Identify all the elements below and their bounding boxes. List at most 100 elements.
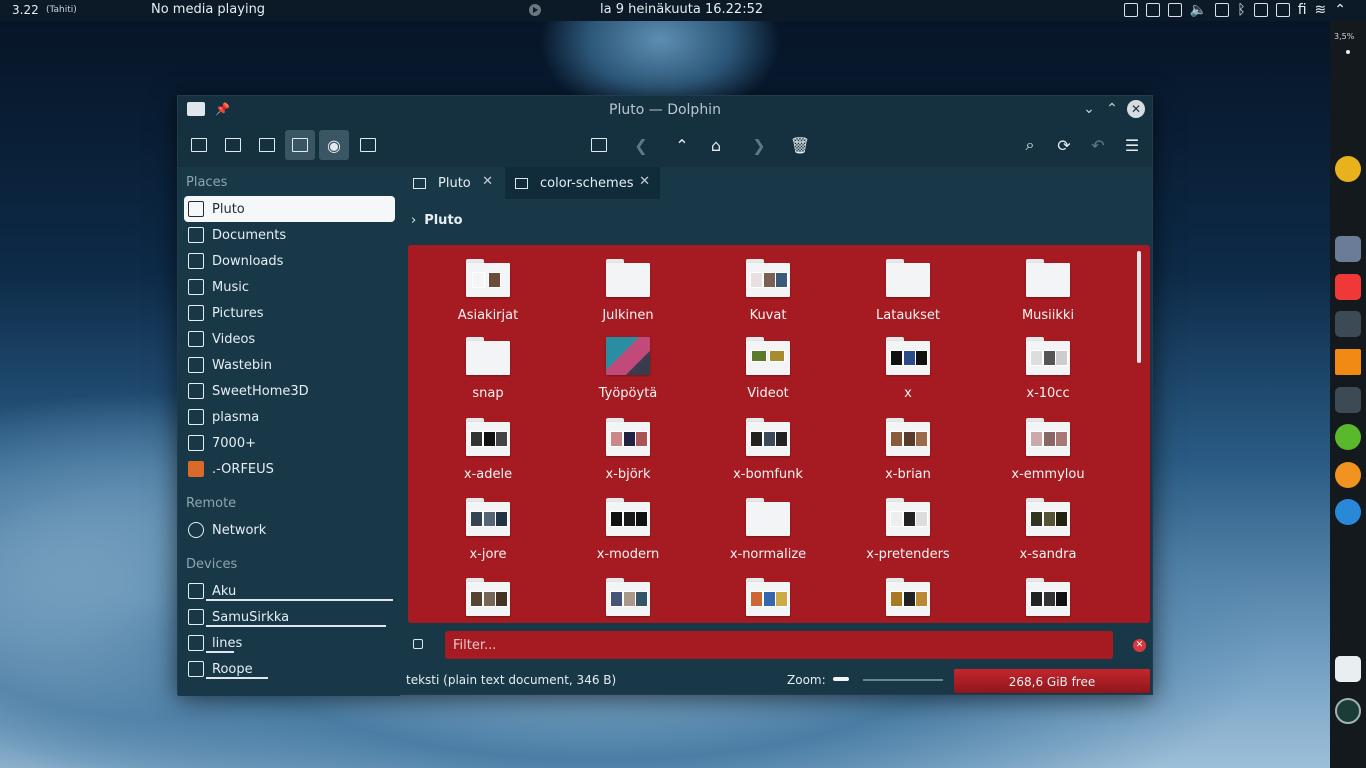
new-tab-button[interactable] [353,130,383,160]
place-wastebin[interactable]: Wastebin [184,352,395,378]
dolphin-icon[interactable] [1335,236,1361,262]
media-status[interactable]: No media playing [151,2,265,17]
file-item[interactable]: x-10cc [978,337,1118,401]
place-pluto[interactable]: Pluto [184,196,395,222]
file-item[interactable]: x [838,337,978,401]
close-tab-icon[interactable]: ✕ [639,174,650,189]
file-view[interactable]: Asiakirjat Julkinen Kuvat Lataukset Musi… [408,245,1150,623]
file-item[interactable]: Musiikki [978,259,1118,323]
file-item[interactable] [558,578,698,623]
close-tab-icon[interactable]: ✕ [482,174,493,189]
volume-icon[interactable]: 🔈 [1190,2,1207,18]
search-button[interactable]: ⌕ [1015,130,1045,160]
tab-color-schemes[interactable]: color-schemes ✕ [505,167,660,199]
file-item[interactable]: x-björk [558,418,698,482]
terminal-icon[interactable] [1335,387,1361,413]
vivaldi-icon[interactable] [1335,274,1361,300]
title-bar[interactable]: 📌 Pluto — Dolphin ⌄ ⌃ ✕ [178,96,1152,123]
telegram-icon[interactable] [1335,499,1361,525]
zoom-slider-handle[interactable] [833,677,849,681]
split-view-button[interactable] [584,130,614,160]
file-item[interactable]: x-pretenders [838,498,978,562]
close-button[interactable]: ✕ [1127,100,1145,118]
system-monitor-icon[interactable] [1335,698,1361,724]
undo-button[interactable]: ↶ [1083,130,1113,160]
file-item[interactable]: Videot [698,337,838,401]
devices-icon[interactable] [1275,3,1290,17]
file-item[interactable]: snap [418,337,558,401]
bluetooth-icon[interactable]: ᛒ [1237,2,1245,18]
file-item[interactable]: x-adele [418,418,558,482]
vlc-icon[interactable] [1335,349,1361,375]
home-button[interactable]: ⌂ [701,130,731,160]
zoom-slider[interactable] [863,679,943,681]
undo-icon: ↶ [1091,135,1105,155]
keyboard-layout[interactable]: fi [1298,2,1307,18]
clipboard-icon[interactable] [1145,3,1160,17]
file-item[interactable]: x-modern [558,498,698,562]
file-item[interactable]: Julkinen [558,259,698,323]
preview-button[interactable] [285,130,315,160]
editor-icon[interactable] [1335,424,1361,450]
place-documents[interactable]: Documents [184,222,395,248]
back-button[interactable]: ❮ [626,130,656,160]
display-icon[interactable] [1215,3,1230,17]
notes-icon[interactable] [1335,656,1361,682]
hidden-files-button[interactable]: ◉ [319,130,349,160]
file-item[interactable]: Kuvat [698,259,838,323]
place-downloads[interactable]: Downloads [184,248,395,274]
tab-pluto[interactable]: Pluto ✕ [403,167,503,199]
file-item[interactable]: Työpöytä [558,337,698,401]
panels-button[interactable] [184,130,214,160]
new-window-button[interactable] [252,130,282,160]
close-filter-icon[interactable]: ✕ [1133,639,1146,652]
orange-app-icon[interactable] [1335,462,1361,488]
mixer-icon[interactable] [1335,311,1361,337]
up-button[interactable]: ⌃ [667,130,697,160]
file-item[interactable] [978,578,1118,623]
lock-icon[interactable] [1253,3,1268,17]
date-time-clock[interactable]: la 9 heinäkuuta 16.22:52 [600,2,763,17]
file-item[interactable]: Asiakirjat [418,259,558,323]
vertical-scrollbar[interactable] [1137,251,1141,363]
place-network[interactable]: Network [184,517,395,543]
breadcrumb[interactable]: › Pluto [411,213,463,228]
battery-icon[interactable] [1167,3,1182,17]
folder-icon [466,259,510,297]
file-item[interactable]: x-emmylou [978,418,1118,482]
place-music[interactable]: Music [184,274,395,300]
chevron-up-icon[interactable]: ⌃ [1334,2,1346,18]
file-item[interactable]: x-bomfunk [698,418,838,482]
media-play-icon[interactable] [529,4,541,16]
filter-input[interactable] [445,631,1113,659]
secondary-clock[interactable]: 3.22 [12,3,39,17]
reload-button[interactable]: ⟳ [1049,130,1079,160]
file-item[interactable]: x-brian [838,418,978,482]
menu-button[interactable]: ☰ [1117,130,1147,160]
forward-button[interactable]: ❯ [744,130,774,160]
lock-icon[interactable] [413,639,423,649]
maximize-button[interactable]: ⌃ [1103,100,1121,118]
place-sweethome3d[interactable]: SweetHome3D [184,378,395,404]
place-orfeus[interactable]: .-ORFEUS [184,456,395,482]
place-pictures[interactable]: Pictures [184,300,395,326]
file-item[interactable] [698,578,838,623]
minimize-button[interactable]: ⌄ [1080,100,1098,118]
file-item[interactable] [418,578,558,623]
file-item[interactable]: Lataukset [838,259,978,323]
screen-icon[interactable] [1123,3,1138,17]
terminal-button[interactable] [218,130,248,160]
delete-button[interactable]: 🗑 [785,130,815,160]
file-item[interactable] [838,578,978,623]
cpu-load[interactable]: 3,5% [1334,32,1354,41]
place-videos[interactable]: Videos [184,326,395,352]
xmind-icon[interactable] [1335,156,1361,182]
file-item[interactable]: x-sandra [978,498,1118,562]
place-7000[interactable]: 7000+ [184,430,395,456]
breadcrumb-item[interactable]: Pluto [424,213,462,228]
file-item[interactable]: x-normalize [698,498,838,562]
free-space-indicator[interactable]: 268,6 GiB free [954,669,1150,693]
file-item[interactable]: x-jore [418,498,558,562]
place-plasma[interactable]: plasma [184,404,395,430]
wifi-icon[interactable]: ≋ [1315,2,1327,18]
